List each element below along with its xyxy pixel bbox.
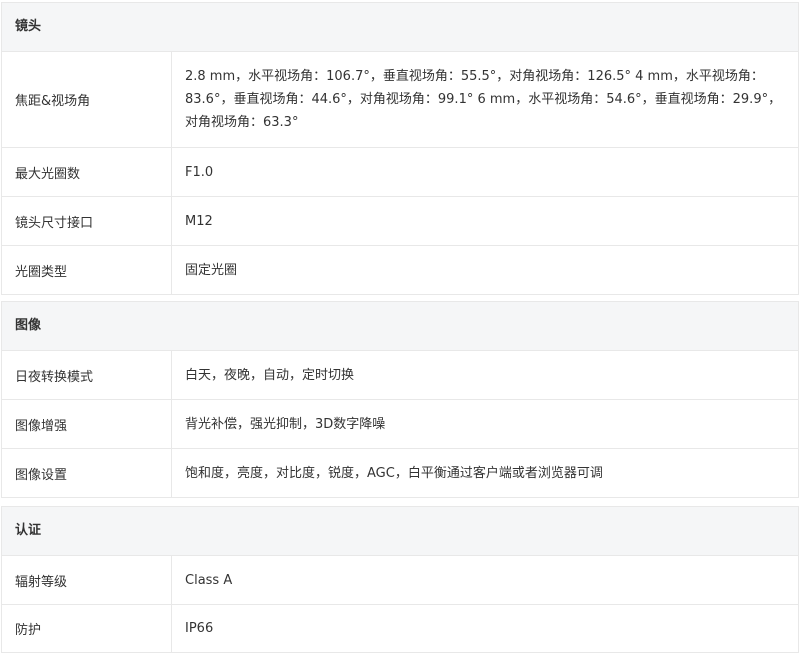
- table-row: 日夜转换模式 白天，夜晚，自动，定时切换: [2, 350, 798, 399]
- row-value: 2.8 mm，水平视场角：106.7°，垂直视场角：55.5°，对角视场角：12…: [185, 69, 782, 130]
- table-row: 光圈类型 固定光圈: [2, 245, 798, 294]
- row-value: 背光补偿，强光抑制，3D数字降噪: [185, 416, 386, 432]
- row-value: 固定光圈: [185, 262, 238, 278]
- section-lens: 镜头 焦距&视场角 2.8 mm，水平视场角：106.7°，垂直视场角：55.5…: [1, 2, 799, 295]
- row-label: 防护: [2, 605, 172, 652]
- row-label: 日夜转换模式: [2, 351, 172, 399]
- section-certification: 认证 辐射等级 Class A 防护 IP66: [1, 506, 799, 653]
- section-title: 认证: [2, 507, 798, 555]
- row-label: 图像增强: [2, 400, 172, 448]
- row-value: 白天，夜晚，自动，定时切换: [185, 367, 355, 383]
- row-label: 镜头尺寸接口: [2, 197, 172, 245]
- row-value: M12: [185, 213, 213, 229]
- row-value: F1.0: [185, 164, 214, 180]
- table-row: 最大光圈数 F1.0: [2, 147, 798, 196]
- row-label: 图像设置: [2, 449, 172, 497]
- row-value: IP66: [185, 621, 214, 636]
- row-value: Class A: [185, 572, 233, 588]
- row-label: 光圈类型: [2, 246, 172, 294]
- table-row: 防护 IP66: [2, 604, 798, 652]
- table-row: 焦距&视场角 2.8 mm，水平视场角：106.7°，垂直视场角：55.5°，对…: [2, 51, 798, 147]
- row-value: 饱和度，亮度，对比度，锐度，AGC，白平衡通过客户端或者浏览器可调: [185, 465, 603, 481]
- section-title: 镜头: [2, 3, 798, 51]
- row-label: 焦距&视场角: [2, 52, 172, 147]
- row-label: 最大光圈数: [2, 148, 172, 196]
- table-row: 图像增强 背光补偿，强光抑制，3D数字降噪: [2, 399, 798, 448]
- row-label: 辐射等级: [2, 556, 172, 604]
- table-row: 镜头尺寸接口 M12: [2, 196, 798, 245]
- section-image: 图像 日夜转换模式 白天，夜晚，自动，定时切换 图像增强 背光补偿，强光抑制，3…: [1, 301, 799, 498]
- section-title: 图像: [2, 302, 798, 350]
- table-row: 辐射等级 Class A: [2, 555, 798, 604]
- table-row: 图像设置 饱和度，亮度，对比度，锐度，AGC，白平衡通过客户端或者浏览器可调: [2, 448, 798, 497]
